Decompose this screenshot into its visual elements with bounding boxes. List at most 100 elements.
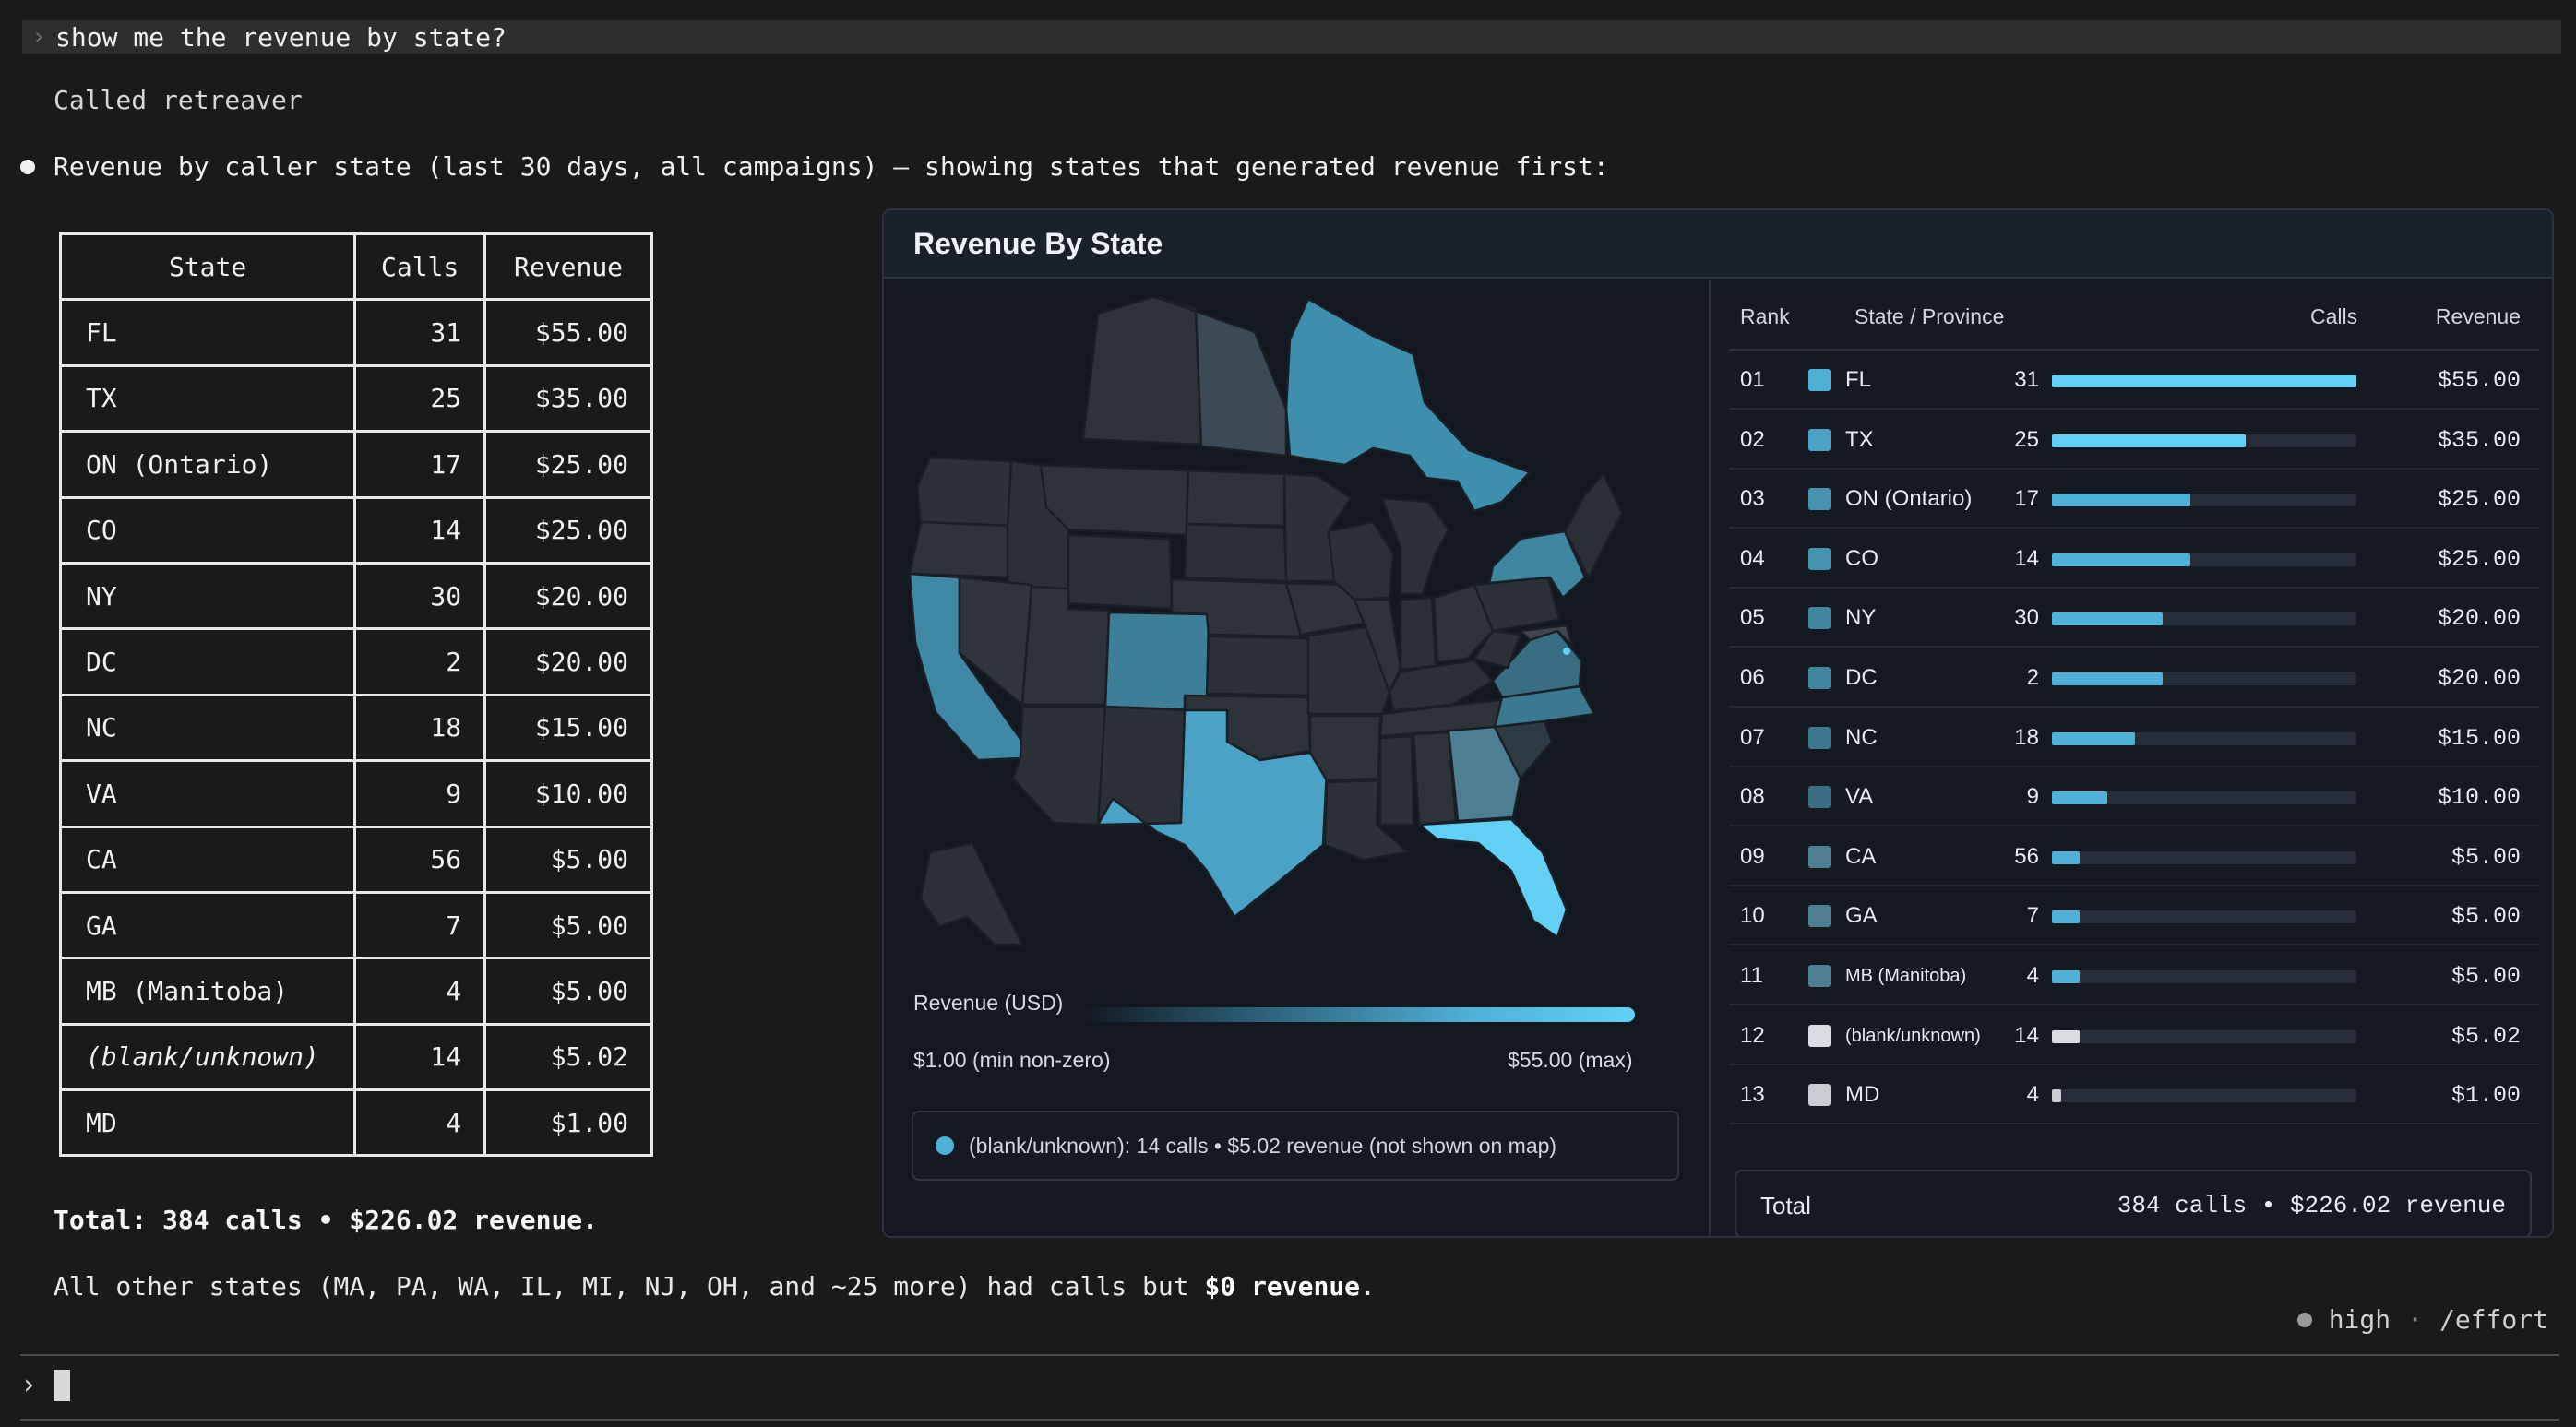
cell-calls: 4 <box>353 957 487 1026</box>
other-states-note: All other states (MA, PA, WA, IL, MI, NJ… <box>54 1271 1376 1302</box>
rank-revenue: $1.00 <box>2451 1082 2521 1110</box>
rank-number: 10 <box>1740 903 1765 929</box>
rank-number: 12 <box>1740 1022 1765 1048</box>
rank-row: 04 CO 14 $25.00 <box>1729 529 2539 589</box>
revenue-bar-track <box>2052 434 2356 447</box>
revenue-bar <box>2052 850 2080 864</box>
cell-revenue: $20.00 <box>483 627 653 696</box>
panel-title: Revenue By State <box>913 226 1163 260</box>
input-top-divider <box>20 1354 2559 1356</box>
color-swatch <box>1808 488 1831 511</box>
revenue-bar-track <box>2052 1029 2356 1043</box>
revenue-bar <box>2052 612 2163 626</box>
summary-text: Revenue by caller state (last 30 days, a… <box>54 151 1609 182</box>
map-region-wy <box>1067 533 1174 611</box>
rank-revenue: $5.00 <box>2451 963 2521 990</box>
chevron-right-icon: › <box>31 23 46 51</box>
color-swatch <box>1808 428 1831 451</box>
cell-revenue: $55.00 <box>483 298 653 367</box>
table-row: (blank/unknown) 14 $5.02 <box>58 1022 653 1092</box>
effort-separator: · <box>2407 1304 2423 1335</box>
map-region-ms <box>1378 734 1415 826</box>
rank-state: FL <box>1845 367 1872 392</box>
cell-state: TX <box>58 363 357 434</box>
cell-revenue: $35.00 <box>483 363 653 434</box>
rank-total-box: Total 384 calls • $226.02 revenue <box>1735 1170 2532 1236</box>
rank-row: 10 GA 7 $5.00 <box>1729 886 2539 946</box>
rank-state: NC <box>1845 724 1878 750</box>
revenue-bar <box>2052 910 2080 924</box>
rank-row: 11 MB (Manitoba) 4 $5.00 <box>1729 946 2539 1005</box>
revenue-bar-track <box>2052 1089 2356 1103</box>
others-suffix: . <box>1360 1271 1376 1302</box>
cell-calls: 14 <box>353 1022 487 1092</box>
revenue-bar-track <box>2052 731 2356 745</box>
table-row: MD 4 $1.00 <box>58 1088 653 1158</box>
cell-calls: 31 <box>353 298 487 367</box>
revenue-bar-track <box>2052 970 2356 983</box>
color-swatch <box>1808 786 1831 809</box>
revenue-bar <box>2052 434 2246 447</box>
effort-dot-icon <box>2296 1312 2312 1327</box>
input-bottom-divider <box>20 1419 2559 1421</box>
revenue-by-state-panel: Revenue By State Revenue (USD) $1.00 (mi… <box>882 208 2554 1238</box>
rank-state: (blank/unknown) <box>1845 1025 1981 1046</box>
rank-revenue: $15.00 <box>2437 724 2521 752</box>
rank-state: NY <box>1845 605 1877 631</box>
cell-calls: 30 <box>353 561 487 631</box>
chat-input[interactable]: › <box>20 1369 71 1401</box>
rank-calls: 56 <box>2014 843 2039 869</box>
total-label: Total <box>1760 1192 1811 1219</box>
cell-state: MD <box>58 1088 357 1158</box>
choropleth-map <box>908 295 1624 946</box>
cell-revenue: $15.00 <box>483 693 653 763</box>
rank-calls: 4 <box>2026 963 2039 988</box>
others-prefix: All other states (MA, PA, WA, IL, MI, NJ… <box>54 1271 1205 1302</box>
map-region-fl <box>1417 817 1568 939</box>
tool-call-status: Called retreaver <box>54 85 303 115</box>
color-swatch <box>1808 547 1831 570</box>
revenue-bar-track <box>2052 375 2356 387</box>
table-row: TX 25 $35.00 <box>58 363 653 434</box>
bullet-icon <box>20 159 35 174</box>
cell-state: FL <box>58 298 357 367</box>
calls-header: Calls <box>2310 304 2358 328</box>
table-row: NY 30 $20.00 <box>58 561 653 631</box>
total-value: 384 calls • $226.02 revenue <box>2117 1192 2506 1219</box>
table-row: CA 56 $5.00 <box>58 825 653 894</box>
cell-calls: 9 <box>353 759 487 828</box>
rank-revenue: $55.00 <box>2437 367 2521 394</box>
text-cursor <box>54 1369 71 1401</box>
cell-revenue: $10.00 <box>483 759 653 828</box>
col-header-calls: Calls <box>353 232 487 302</box>
rank-number: 08 <box>1740 784 1765 810</box>
map-area <box>884 280 1709 1236</box>
rank-revenue: $25.00 <box>2437 486 2521 514</box>
rank-revenue: $25.00 <box>2437 545 2521 573</box>
table-row: GA 7 $5.00 <box>58 890 653 960</box>
rank-number: 02 <box>1740 426 1765 452</box>
map-region-saskatchewan <box>1081 295 1203 446</box>
legend-gradient-bar <box>1081 1007 1635 1022</box>
rank-header: Rank <box>1740 304 1790 328</box>
rank-state: DC <box>1845 665 1878 690</box>
revenue-bar-track <box>2052 553 2356 566</box>
revenue-bar-track <box>2052 494 2356 507</box>
color-swatch <box>1808 1024 1831 1047</box>
unknown-note-box: (blank/unknown): 14 calls • $5.02 revenu… <box>912 1111 1679 1181</box>
cell-state: DC <box>58 627 357 696</box>
rank-number: 13 <box>1740 1082 1765 1108</box>
effort-indicator[interactable]: high · /effort <box>2296 1304 2548 1335</box>
effort-command: /effort <box>2439 1304 2548 1335</box>
cell-state: CO <box>58 495 357 565</box>
color-swatch <box>1808 667 1831 689</box>
map-region-wa <box>915 456 1013 528</box>
revenue-bar <box>2052 791 2107 805</box>
rank-calls: 14 <box>2014 545 2039 571</box>
rank-row: 01 FL 31 $55.00 <box>1729 351 2539 410</box>
revenue-table: State Calls Revenue FL 31 $55.00 TX 25 $35.00… <box>58 232 653 1158</box>
rank-calls: 17 <box>2014 486 2039 512</box>
prompt-bar: › show me the revenue by state? <box>22 20 2561 54</box>
rank-revenue: $5.00 <box>2451 843 2521 871</box>
color-swatch <box>1808 905 1831 928</box>
